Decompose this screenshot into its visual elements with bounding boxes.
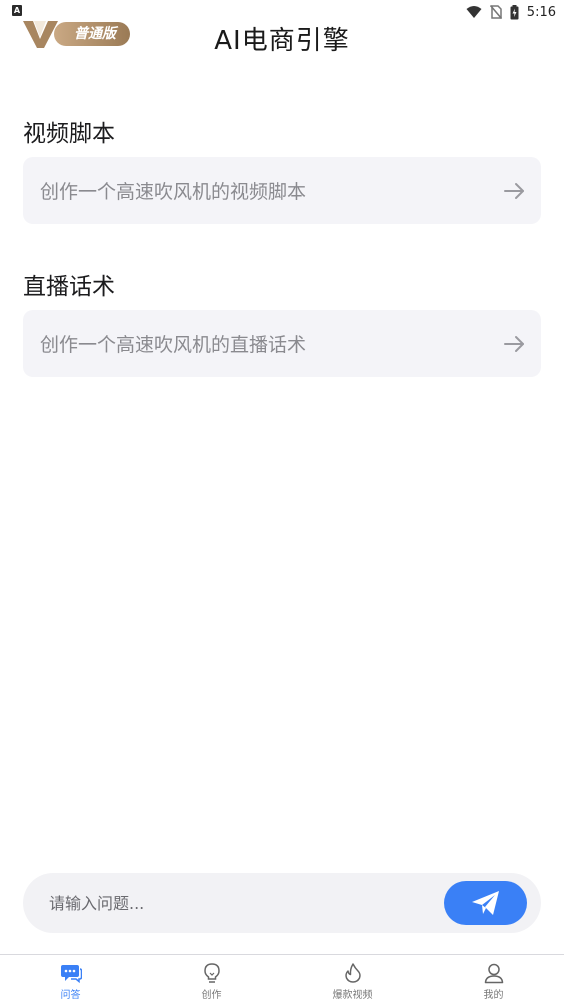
section-title-video-script: 视频脚本 [23, 121, 115, 147]
arrow-right-icon [504, 182, 524, 199]
nav-item-hot-videos[interactable]: 爆款视频 [282, 955, 423, 1002]
prompt-card-video-script[interactable]: 创作一个高速吹风机的视频脚本 [23, 157, 541, 224]
lightbulb-icon [203, 963, 220, 983]
status-notification-badge: A [12, 5, 22, 16]
fire-icon [344, 963, 361, 983]
nav-item-profile[interactable]: 我的 [423, 955, 564, 1002]
paper-plane-icon [471, 891, 499, 915]
chat-icon [60, 965, 82, 984]
nav-label: 爆款视频 [332, 990, 373, 1001]
wifi-icon [466, 6, 482, 18]
nav-label: 我的 [483, 990, 504, 1001]
nav-item-qa[interactable]: 问答 [0, 955, 141, 1002]
battery-icon [510, 4, 519, 19]
page-title: AI电商引擎 [214, 26, 350, 56]
nav-label: 创作 [201, 990, 222, 1001]
prompt-text: 创作一个高速吹风机的视频脚本 [40, 181, 307, 203]
bottom-nav: 问答 创作 爆款视频 我的 [0, 954, 564, 1002]
prompt-card-live-script[interactable]: 创作一个高速吹风机的直播话术 [23, 310, 541, 377]
no-sim-icon [489, 5, 502, 19]
send-button[interactable] [444, 881, 527, 925]
status-icons: 5:16 [466, 3, 556, 21]
user-icon [484, 963, 503, 984]
status-time: 5:16 [526, 4, 556, 20]
nav-item-create[interactable]: 创作 [141, 955, 282, 1002]
arrow-right-icon [504, 335, 524, 352]
question-input-bar [23, 872, 541, 934]
question-input[interactable] [23, 872, 444, 934]
app-screen: A 5:16 普通版 AI电商引擎 视频脚本 创作一个高速吹风机的视频脚本 直播… [0, 0, 564, 1002]
prompt-text: 创作一个高速吹风机的直播话术 [40, 334, 307, 356]
section-title-live-script: 直播话术 [23, 274, 115, 300]
nav-label: 问答 [60, 990, 81, 1001]
